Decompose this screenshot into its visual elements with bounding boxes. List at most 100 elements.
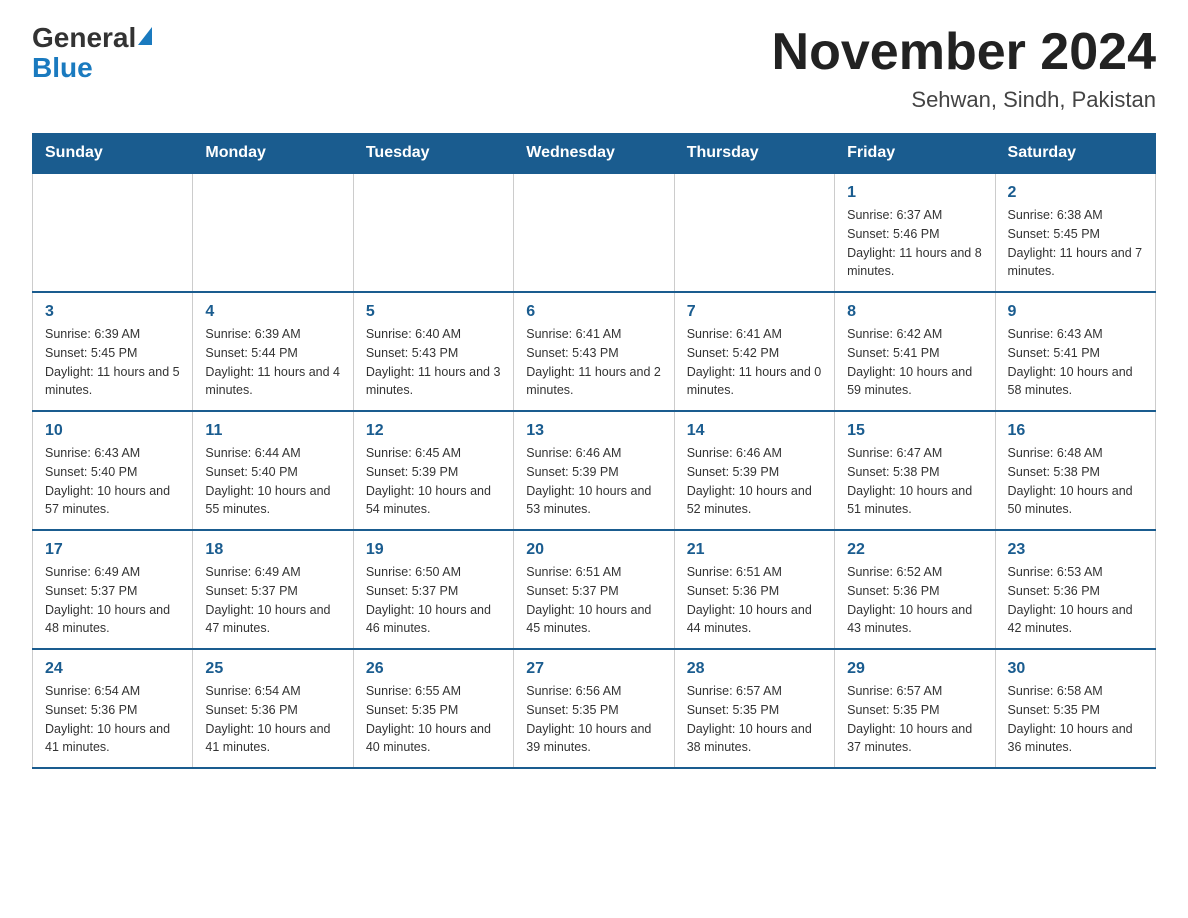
calendar-cell: 23Sunrise: 6:53 AMSunset: 5:36 PMDayligh…: [995, 530, 1155, 649]
logo-general-text: General: [32, 24, 136, 52]
day-info: Sunrise: 6:56 AMSunset: 5:35 PMDaylight:…: [526, 682, 661, 757]
day-number: 10: [45, 422, 180, 440]
location-subtitle: Sehwan, Sindh, Pakistan: [772, 87, 1156, 113]
title-area: November 2024 Sehwan, Sindh, Pakistan: [772, 24, 1156, 113]
day-number: 5: [366, 303, 501, 321]
calendar-cell: [514, 173, 674, 292]
day-number: 1: [847, 184, 982, 202]
day-info: Sunrise: 6:52 AMSunset: 5:36 PMDaylight:…: [847, 563, 982, 638]
day-number: 24: [45, 660, 180, 678]
day-number: 9: [1008, 303, 1143, 321]
calendar-cell: 5 Sunrise: 6:40 AMSunset: 5:43 PMDaylight…: [353, 292, 513, 411]
day-info: Sunrise: 6:54 AMSunset: 5:36 PMDaylight:…: [205, 682, 340, 757]
day-info: Sunrise: 6:49 AMSunset: 5:37 PMDaylight:…: [205, 563, 340, 638]
day-number: 15: [847, 422, 982, 440]
day-info: Sunrise: 6:46 AMSunset: 5:39 PMDaylight:…: [687, 444, 822, 519]
day-info: Sunrise: 6:45 AMSunset: 5:39 PMDaylight:…: [366, 444, 501, 519]
weekday-header-tuesday: Tuesday: [353, 134, 513, 174]
day-number: 12: [366, 422, 501, 440]
day-info: Sunrise: 6:39 AMSunset: 5:45 PMDaylight:…: [45, 325, 180, 400]
day-number: 14: [687, 422, 822, 440]
day-number: 7: [687, 303, 822, 321]
day-number: 19: [366, 541, 501, 559]
calendar-cell: 4 Sunrise: 6:39 AMSunset: 5:44 PMDaylight…: [193, 292, 353, 411]
day-number: 3: [45, 303, 180, 321]
calendar-cell: 29 Sunrise: 6:57 AMSunset: 5:35 PMDayligh…: [835, 649, 995, 768]
calendar-cell: 20Sunrise: 6:51 AMSunset: 5:37 PMDayligh…: [514, 530, 674, 649]
calendar-cell: [674, 173, 834, 292]
calendar-cell: 22 Sunrise: 6:52 AMSunset: 5:36 PMDayligh…: [835, 530, 995, 649]
calendar-cell: 14 Sunrise: 6:46 AMSunset: 5:39 PMDayligh…: [674, 411, 834, 530]
calendar-cell: 3 Sunrise: 6:39 AMSunset: 5:45 PMDaylight…: [33, 292, 193, 411]
day-info: Sunrise: 6:50 AMSunset: 5:37 PMDaylight:…: [366, 563, 501, 638]
calendar-cell: 12 Sunrise: 6:45 AMSunset: 5:39 PMDayligh…: [353, 411, 513, 530]
weekday-header-row: SundayMondayTuesdayWednesdayThursdayFrid…: [33, 134, 1156, 174]
day-number: 20: [526, 541, 661, 559]
day-number: 8: [847, 303, 982, 321]
day-info: Sunrise: 6:43 AMSunset: 5:41 PMDaylight:…: [1008, 325, 1143, 400]
calendar-cell: 17Sunrise: 6:49 AMSunset: 5:37 PMDayligh…: [33, 530, 193, 649]
day-info: Sunrise: 6:44 AMSunset: 5:40 PMDaylight:…: [205, 444, 340, 519]
calendar-week-row-2: 3 Sunrise: 6:39 AMSunset: 5:45 PMDaylight…: [33, 292, 1156, 411]
day-number: 2: [1008, 184, 1143, 202]
calendar-cell: 10 Sunrise: 6:43 AMSunset: 5:40 PMDayligh…: [33, 411, 193, 530]
day-number: 26: [366, 660, 501, 678]
calendar-cell: 24 Sunrise: 6:54 AMSunset: 5:36 PMDayligh…: [33, 649, 193, 768]
calendar-cell: 2 Sunrise: 6:38 AMSunset: 5:45 PMDaylight…: [995, 173, 1155, 292]
day-number: 21: [687, 541, 822, 559]
calendar-table: SundayMondayTuesdayWednesdayThursdayFrid…: [32, 133, 1156, 769]
calendar-cell: 11 Sunrise: 6:44 AMSunset: 5:40 PMDayligh…: [193, 411, 353, 530]
logo-blue-text: Blue: [32, 52, 93, 84]
calendar-cell: 28Sunrise: 6:57 AMSunset: 5:35 PMDayligh…: [674, 649, 834, 768]
calendar-week-row-5: 24 Sunrise: 6:54 AMSunset: 5:36 PMDayligh…: [33, 649, 1156, 768]
day-number: 30: [1008, 660, 1143, 678]
day-info: Sunrise: 6:38 AMSunset: 5:45 PMDaylight:…: [1008, 206, 1143, 281]
day-number: 18: [205, 541, 340, 559]
day-number: 28: [687, 660, 822, 678]
calendar-cell: 9 Sunrise: 6:43 AMSunset: 5:41 PMDaylight…: [995, 292, 1155, 411]
header: General Blue November 2024 Sehwan, Sindh…: [32, 24, 1156, 113]
calendar-cell: 18 Sunrise: 6:49 AMSunset: 5:37 PMDayligh…: [193, 530, 353, 649]
day-info: Sunrise: 6:55 AMSunset: 5:35 PMDaylight:…: [366, 682, 501, 757]
calendar-cell: 6Sunrise: 6:41 AMSunset: 5:43 PMDaylight…: [514, 292, 674, 411]
calendar-cell: 16Sunrise: 6:48 AMSunset: 5:38 PMDayligh…: [995, 411, 1155, 530]
day-info: Sunrise: 6:43 AMSunset: 5:40 PMDaylight:…: [45, 444, 180, 519]
day-number: 29: [847, 660, 982, 678]
day-number: 11: [205, 422, 340, 440]
calendar-cell: 30Sunrise: 6:58 AMSunset: 5:35 PMDayligh…: [995, 649, 1155, 768]
calendar-cell: 27Sunrise: 6:56 AMSunset: 5:35 PMDayligh…: [514, 649, 674, 768]
calendar-cell: 7Sunrise: 6:41 AMSunset: 5:42 PMDaylight…: [674, 292, 834, 411]
calendar-cell: 21 Sunrise: 6:51 AMSunset: 5:36 PMDayligh…: [674, 530, 834, 649]
day-info: Sunrise: 6:46 AMSunset: 5:39 PMDaylight:…: [526, 444, 661, 519]
calendar-week-row-3: 10 Sunrise: 6:43 AMSunset: 5:40 PMDayligh…: [33, 411, 1156, 530]
weekday-header-friday: Friday: [835, 134, 995, 174]
weekday-header-saturday: Saturday: [995, 134, 1155, 174]
day-info: Sunrise: 6:54 AMSunset: 5:36 PMDaylight:…: [45, 682, 180, 757]
weekday-header-wednesday: Wednesday: [514, 134, 674, 174]
calendar-cell: 13 Sunrise: 6:46 AMSunset: 5:39 PMDayligh…: [514, 411, 674, 530]
day-number: 4: [205, 303, 340, 321]
logo-triangle-icon: [138, 27, 152, 45]
weekday-header-sunday: Sunday: [33, 134, 193, 174]
day-info: Sunrise: 6:57 AMSunset: 5:35 PMDaylight:…: [847, 682, 982, 757]
day-info: Sunrise: 6:48 AMSunset: 5:38 PMDaylight:…: [1008, 444, 1143, 519]
day-number: 23: [1008, 541, 1143, 559]
day-number: 25: [205, 660, 340, 678]
day-info: Sunrise: 6:40 AMSunset: 5:43 PMDaylight:…: [366, 325, 501, 400]
calendar-week-row-1: 1 Sunrise: 6:37 AMSunset: 5:46 PMDaylight…: [33, 173, 1156, 292]
day-info: Sunrise: 6:37 AMSunset: 5:46 PMDaylight:…: [847, 206, 982, 281]
day-info: Sunrise: 6:39 AMSunset: 5:44 PMDaylight:…: [205, 325, 340, 400]
calendar-cell: 15Sunrise: 6:47 AMSunset: 5:38 PMDayligh…: [835, 411, 995, 530]
day-number: 22: [847, 541, 982, 559]
weekday-header-monday: Monday: [193, 134, 353, 174]
calendar-cell: 1 Sunrise: 6:37 AMSunset: 5:46 PMDaylight…: [835, 173, 995, 292]
day-info: Sunrise: 6:51 AMSunset: 5:36 PMDaylight:…: [687, 563, 822, 638]
month-title: November 2024: [772, 24, 1156, 81]
day-info: Sunrise: 6:42 AMSunset: 5:41 PMDaylight:…: [847, 325, 982, 400]
calendar-cell: [193, 173, 353, 292]
calendar-cell: 26 Sunrise: 6:55 AMSunset: 5:35 PMDayligh…: [353, 649, 513, 768]
calendar-cell: 19 Sunrise: 6:50 AMSunset: 5:37 PMDayligh…: [353, 530, 513, 649]
calendar-cell: 8 Sunrise: 6:42 AMSunset: 5:41 PMDaylight…: [835, 292, 995, 411]
day-info: Sunrise: 6:41 AMSunset: 5:43 PMDaylight:…: [526, 325, 661, 400]
day-number: 13: [526, 422, 661, 440]
